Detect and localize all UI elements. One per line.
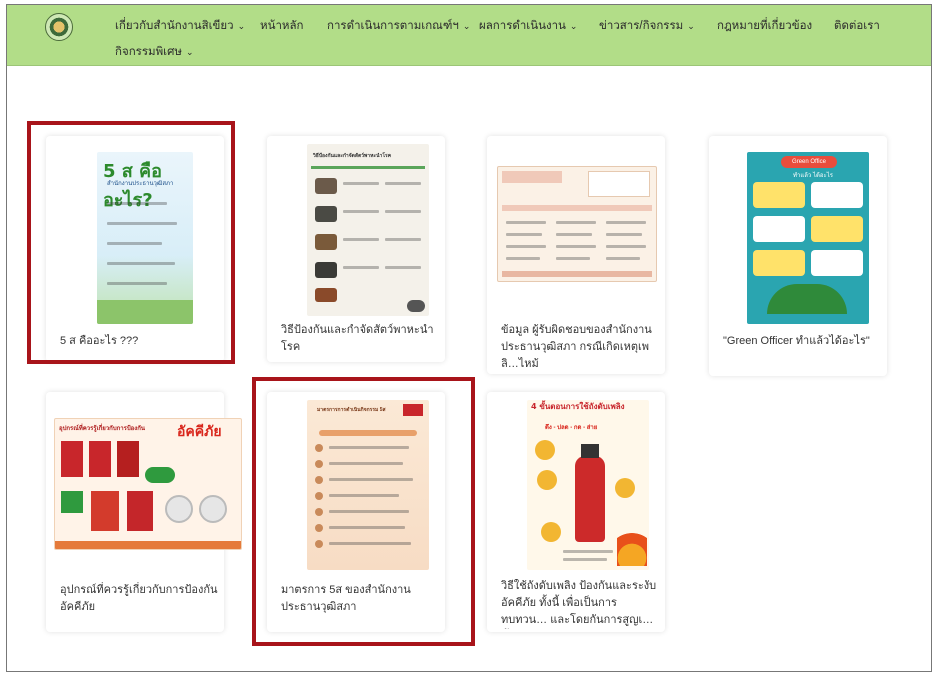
nav-item-special[interactable]: กิจกรรมพิเศษ ⌄	[115, 43, 194, 61]
nav-item-news[interactable]: ข่าวสาร/กิจกรรม ⌄	[599, 17, 695, 35]
post-thumbnail[interactable]: 5 ส คืออะไร? สำนักงานประธานวุฒิสภา	[97, 152, 193, 324]
nav-item-contact[interactable]: ติดต่อเรา	[834, 17, 880, 35]
post-card[interactable]: 4 ขั้นตอนการใช้ถังดับเพลิง ดึง - ปลด - ก…	[487, 392, 665, 632]
post-card[interactable]: 5 ส คืออะไร? สำนักงานประธานวุฒิสภา 5 ส ค…	[46, 136, 224, 362]
nav-item-criteria[interactable]: การดำเนินการตามเกณฑ์ฯ ⌄	[327, 17, 470, 35]
post-title[interactable]: วิธีใช้ถังดับเพลิง ป้องกันและระงับอัคคีภ…	[501, 578, 659, 629]
chevron-down-icon: ⌄	[462, 21, 471, 31]
post-card[interactable]: ข้อมูล ผู้รับผิดชอบของสำนักงานประธานวุฒิ…	[487, 136, 665, 374]
post-thumbnail[interactable]: 4 ขั้นตอนการใช้ถังดับเพลิง ดึง - ปลด - ก…	[527, 400, 649, 570]
post-title[interactable]: มาตรการ 5ส ของสำนักงานประธานวุฒิสภา	[281, 582, 439, 616]
post-thumbnail[interactable]	[497, 166, 657, 282]
post-title[interactable]: วิธีป้องกันและกำจัดสัตว์พาหะนำโรค	[281, 322, 439, 356]
chevron-down-icon: ⌄	[237, 21, 246, 31]
post-title[interactable]: "Green Officer ทำแล้วได้อะไร"	[723, 333, 881, 350]
post-card[interactable]: วิธีป้องกันและกำจัดสัตว์พาหะนำโรค วิธีป้…	[267, 136, 445, 362]
post-title[interactable]: ข้อมูล ผู้รับผิดชอบของสำนักงานประธานวุฒิ…	[501, 322, 659, 373]
top-navbar: เกี่ยวกับสำนักงานสิเขียว ⌄ หน้าหลัก การดำ…	[7, 5, 931, 66]
chevron-down-icon: ⌄	[186, 47, 194, 57]
post-title[interactable]: อุปกรณ์ที่ควรรู้เกี่ยวกับการป้องกันอัคคี…	[60, 582, 218, 616]
nav-item-home[interactable]: หน้าหลัก	[260, 17, 304, 35]
post-card[interactable]: มาตรการการดำเนินกิจกรรม 5ส มาตรการ 5ส ขอ…	[267, 392, 445, 632]
post-thumbnail[interactable]: อุปกรณ์ที่ควรรู้เกี่ยวกับการป้องกัน อัคค…	[54, 418, 242, 550]
post-thumbnail[interactable]: มาตรการการดำเนินกิจกรรม 5ส	[307, 400, 429, 570]
nav-item-results[interactable]: ผลการดำเนินงาน ⌄	[479, 17, 577, 35]
post-thumbnail[interactable]: วิธีป้องกันและกำจัดสัตว์พาหะนำโรค	[307, 144, 429, 316]
post-card[interactable]: อุปกรณ์ที่ควรรู้เกี่ยวกับการป้องกัน อัคค…	[46, 392, 242, 632]
site-logo[interactable]	[45, 13, 73, 41]
post-card[interactable]: Green Office ทำแล้ว ได้อะไร "Green Offic…	[709, 136, 887, 376]
post-title[interactable]: 5 ส คืออะไร ???	[60, 333, 218, 350]
nav-item-laws[interactable]: กฎหมายที่เกี่ยวข้อง	[717, 17, 812, 35]
chevron-down-icon: ⌄	[569, 21, 578, 31]
chevron-down-icon: ⌄	[687, 21, 695, 31]
nav-item-about[interactable]: เกี่ยวกับสำนักงานสิเขียว ⌄	[115, 17, 245, 35]
post-thumbnail[interactable]: Green Office ทำแล้ว ได้อะไร	[747, 152, 869, 324]
